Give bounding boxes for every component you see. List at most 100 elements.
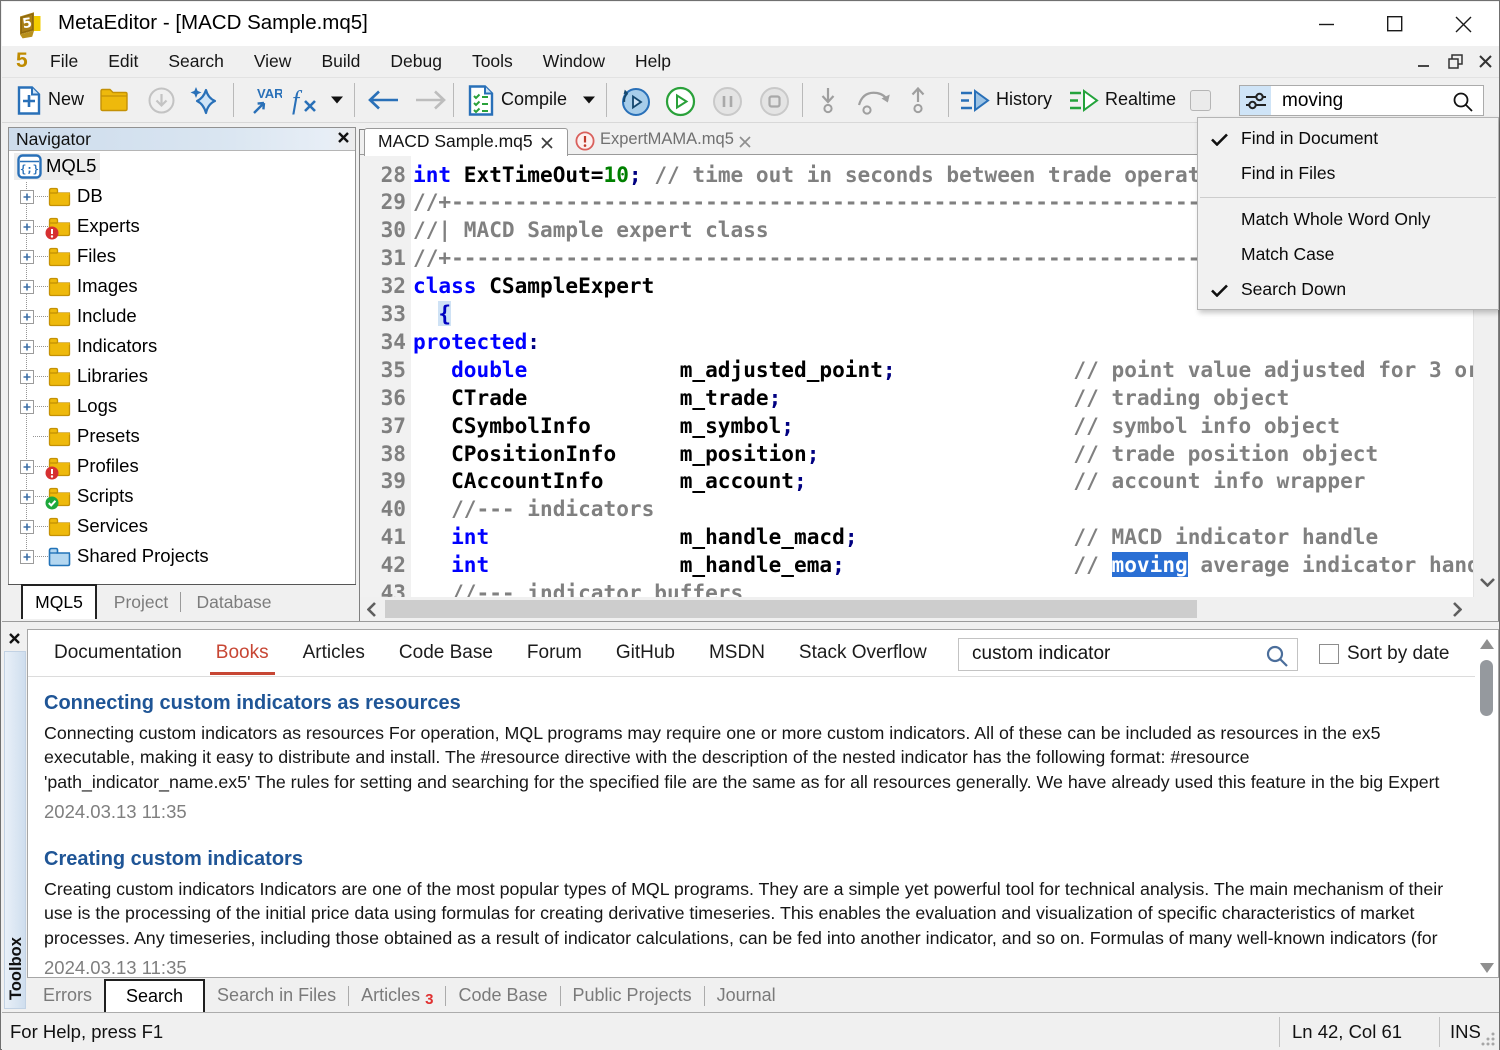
menu-item-match-whole-word-only[interactable]: Match Whole Word Only — [1198, 203, 1498, 238]
navigator-tab-database[interactable]: Database — [190, 585, 278, 619]
open-folder-icon[interactable] — [100, 88, 128, 112]
menu-item-tools[interactable]: Tools — [457, 46, 528, 77]
menu-item-view[interactable]: View — [239, 46, 307, 77]
tree-item-libraries[interactable]: Libraries — [9, 362, 355, 392]
tree-item-indicators[interactable]: Indicators — [9, 332, 355, 362]
scroll-down-icon[interactable] — [1480, 578, 1495, 587]
menu-item-edit[interactable]: Edit — [93, 46, 153, 77]
tree-item-label[interactable]: Logs — [77, 395, 117, 417]
scroll-right-icon[interactable] — [1453, 602, 1462, 617]
compile-dropdown-caret[interactable] — [582, 95, 596, 105]
ai-assistant-icon[interactable] — [188, 85, 221, 117]
toolbox-scrollbar-thumb[interactable] — [1480, 660, 1493, 716]
menu-item-match-case[interactable]: Match Case — [1198, 238, 1498, 273]
bottom-tab-public-projects[interactable]: Public Projects — [561, 979, 704, 1012]
toolbox-tab-stack-overflow[interactable]: Stack Overflow — [799, 642, 927, 664]
stop-icon[interactable] — [759, 86, 790, 117]
window-minimize-button[interactable] — [1304, 2, 1350, 46]
editor-horizontal-scrollbar[interactable] — [360, 597, 1473, 621]
history-icon[interactable] — [959, 88, 991, 113]
tree-item-presets[interactable]: Presets — [9, 422, 355, 452]
tab-close-icon[interactable] — [541, 137, 553, 149]
tree-item-label[interactable]: Libraries — [77, 365, 148, 387]
toolbox-tab-code-base[interactable]: Code Base — [399, 642, 493, 664]
tree-item-label[interactable]: Profiles — [77, 455, 139, 477]
bottom-tab-journal[interactable]: Journal — [705, 979, 788, 1012]
menu-item-find-in-document[interactable]: Find in Document — [1198, 122, 1498, 157]
tree-item-include[interactable]: Include — [9, 302, 355, 332]
bottom-tab-search-in-files[interactable]: Search in Files — [205, 979, 348, 1012]
toolbox-search-box[interactable]: custom indicator — [958, 638, 1298, 671]
menu-item-search[interactable]: Search — [153, 46, 238, 77]
tree-item-label[interactable]: Services — [77, 515, 148, 537]
expand-icon[interactable] — [20, 400, 34, 414]
tree-item-label[interactable]: Indicators — [77, 335, 157, 357]
navigator-tab-project[interactable]: Project — [108, 585, 174, 619]
search-icon[interactable] — [1265, 644, 1289, 668]
expand-icon[interactable] — [20, 250, 34, 264]
insert-function-icon[interactable]: f — [291, 87, 325, 115]
menu-item-help[interactable]: Help — [620, 46, 686, 77]
expand-icon[interactable] — [20, 370, 34, 384]
navigate-back-icon[interactable] — [366, 88, 401, 112]
scroll-up-icon[interactable] — [1480, 639, 1494, 649]
expand-icon[interactable] — [20, 490, 34, 504]
pause-icon[interactable] — [712, 86, 743, 117]
new-file-label[interactable]: New — [48, 89, 84, 110]
step-out-icon[interactable] — [908, 87, 928, 115]
expand-icon[interactable] — [20, 520, 34, 534]
compile-icon[interactable] — [468, 85, 494, 116]
watch-variable-icon[interactable]: VAR — [249, 86, 282, 116]
step-into-icon[interactable] — [818, 87, 838, 115]
mdi-minimize-button[interactable] — [1410, 46, 1436, 77]
toolbar-checkbox[interactable] — [1190, 90, 1211, 111]
hscrollbar-thumb[interactable] — [385, 600, 1197, 618]
scroll-left-icon[interactable] — [367, 602, 376, 617]
menu-item-file[interactable]: File — [35, 46, 93, 77]
resize-grip[interactable] — [1480, 1031, 1496, 1047]
menu-item-debug[interactable]: Debug — [375, 46, 457, 77]
toolbox-tab-github[interactable]: GitHub — [616, 642, 675, 664]
function-dropdown-caret[interactable] — [330, 95, 344, 105]
navigate-forward-icon[interactable] — [413, 88, 448, 112]
tree-item-logs[interactable]: Logs — [9, 392, 355, 422]
search-filter-button[interactable] — [1240, 86, 1271, 115]
toolbox-tab-documentation[interactable]: Documentation — [54, 642, 182, 664]
result-title[interactable]: Creating custom indicators — [44, 848, 1464, 871]
sort-by-date-checkbox[interactable] — [1319, 644, 1339, 664]
expand-icon[interactable] — [20, 550, 34, 564]
bottom-tab-code-base[interactable]: Code Base — [446, 979, 559, 1012]
tree-item-experts[interactable]: Experts — [9, 212, 355, 242]
mdi-close-button[interactable] — [1472, 46, 1498, 77]
tree-item-shared-projects[interactable]: Shared Projects — [9, 542, 355, 572]
editor-tab-macd-sample[interactable]: MACD Sample.mq5 — [364, 128, 568, 156]
expand-icon[interactable] — [20, 220, 34, 234]
tree-item-services[interactable]: Services — [9, 512, 355, 542]
menu-item-find-in-files[interactable]: Find in Files — [1198, 157, 1498, 192]
menu-item-build[interactable]: Build — [306, 46, 375, 77]
navigator-close-icon[interactable] — [338, 132, 349, 143]
start-debug-history-icon[interactable] — [620, 86, 651, 117]
toolbar-search-input[interactable]: moving — [1282, 90, 1343, 112]
toolbox-search-input[interactable]: custom indicator — [972, 643, 1110, 665]
expand-icon[interactable] — [20, 190, 34, 204]
window-close-button[interactable] — [1440, 2, 1486, 46]
tree-item-label[interactable]: Scripts — [77, 485, 134, 507]
toolbox-tab-books[interactable]: Books — [216, 642, 269, 664]
tree-item-label[interactable]: Shared Projects — [77, 545, 209, 567]
menu-item-window[interactable]: Window — [528, 46, 620, 77]
tree-item-label[interactable]: DB — [77, 185, 103, 207]
tree-root-mql5[interactable]: {;} MQL5 — [9, 152, 355, 182]
tree-item-label[interactable]: Files — [77, 245, 116, 267]
result-title[interactable]: Connecting custom indicators as resource… — [44, 692, 1464, 715]
tree-item-scripts[interactable]: Scripts — [9, 482, 355, 512]
toolbox-scrollbar[interactable] — [1475, 631, 1498, 977]
tab-close-icon[interactable] — [739, 136, 751, 148]
tree-item-label[interactable]: Images — [77, 275, 138, 297]
tree-item-label[interactable]: Include — [77, 305, 137, 327]
toolbox-close-icon[interactable] — [9, 633, 20, 644]
tree-item-images[interactable]: Images — [9, 272, 355, 302]
scroll-down-icon[interactable] — [1480, 963, 1494, 973]
toolbar-search-box[interactable]: moving — [1239, 85, 1484, 116]
save-disabled-icon[interactable] — [148, 87, 175, 114]
